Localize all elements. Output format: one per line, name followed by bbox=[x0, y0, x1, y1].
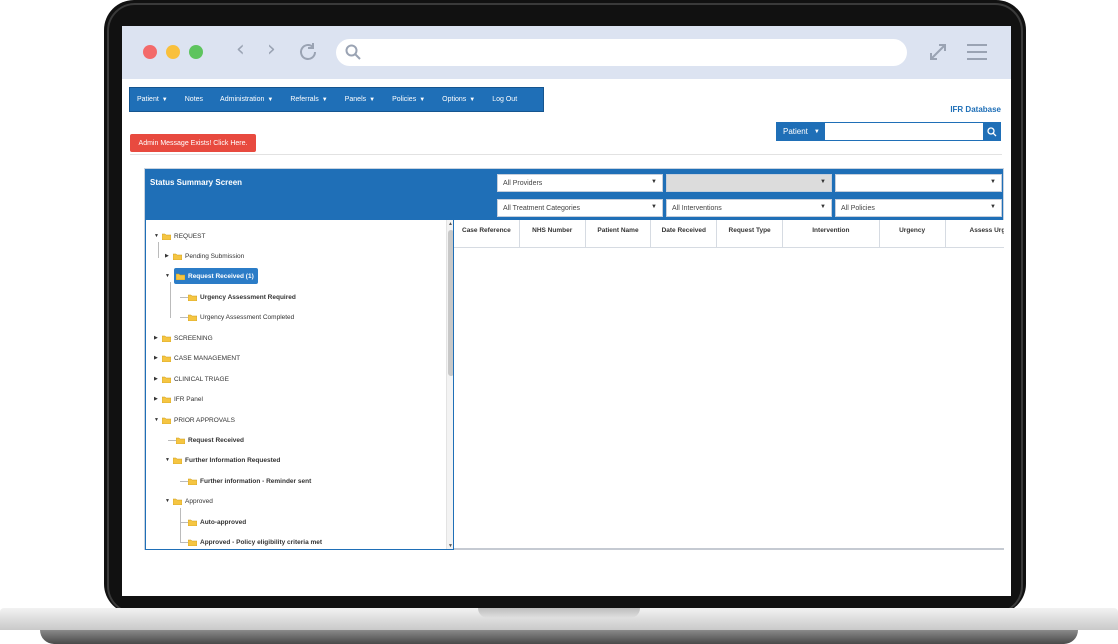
search-type-dropdown[interactable]: Patient ▼ bbox=[776, 122, 825, 141]
laptop-base bbox=[0, 608, 1118, 644]
tree-node-approved[interactable]: ▼ Approved bbox=[165, 494, 213, 508]
admin-message-button[interactable]: Admin Message Exists! Click Here. bbox=[130, 134, 256, 152]
back-icon[interactable]: ‹ bbox=[236, 37, 245, 62]
patient-search-input[interactable] bbox=[825, 122, 983, 141]
grid-footer-line bbox=[454, 548, 1004, 550]
patient-search: Patient ▼ bbox=[776, 122, 1001, 141]
menu-administration[interactable]: Administration ▼ bbox=[220, 96, 273, 103]
folder-icon bbox=[173, 253, 182, 260]
tree-node-clinical-triage[interactable]: ▶ CLINICAL TRIAGE bbox=[154, 372, 229, 386]
folder-icon bbox=[173, 498, 182, 505]
scroll-down-icon[interactable]: ▼ bbox=[448, 543, 453, 549]
folder-icon bbox=[162, 417, 171, 424]
forward-icon[interactable]: › bbox=[267, 37, 276, 62]
folder-icon bbox=[188, 519, 197, 526]
tree-node-request[interactable]: ▼ REQUEST bbox=[154, 229, 205, 243]
treatment-categories-filter[interactable]: All Treatment Categories ▼ bbox=[497, 199, 663, 217]
close-window-dot[interactable] bbox=[143, 45, 157, 59]
column-header-case-reference[interactable]: Case Reference bbox=[454, 220, 520, 248]
tertiary-filter[interactable]: ▼ bbox=[835, 174, 1002, 192]
panel-header: Status Summary Screen All Providers ▼ ▼ ▼… bbox=[145, 169, 1003, 220]
minimize-window-dot[interactable] bbox=[166, 45, 180, 59]
tree-node-pending-submission[interactable]: ▶ Pending Submission bbox=[165, 249, 244, 263]
folder-icon bbox=[162, 335, 171, 342]
folder-icon bbox=[188, 539, 197, 546]
menu-patient[interactable]: Patient ▼ bbox=[137, 96, 168, 103]
screen: ‹ › Patient ▼ Notes Administration ▼ Ref… bbox=[122, 26, 1011, 596]
tree-node-prior-approvals[interactable]: ▼ PRIOR APPROVALS bbox=[154, 413, 235, 427]
column-header-date-received[interactable]: Date Received bbox=[651, 220, 718, 248]
folder-icon bbox=[188, 294, 197, 301]
hamburger-menu-icon[interactable] bbox=[965, 42, 989, 62]
providers-filter[interactable]: All Providers ▼ bbox=[497, 174, 663, 192]
menu-panels[interactable]: Panels ▼ bbox=[345, 96, 375, 103]
column-header-patient-name[interactable]: Patient Name bbox=[586, 220, 652, 248]
folder-icon bbox=[162, 233, 171, 240]
folder-icon bbox=[162, 396, 171, 403]
tree-node-urgency-completed[interactable]: Urgency Assessment Completed bbox=[188, 310, 294, 324]
tree-node-auto-approved[interactable]: Auto-approved bbox=[188, 515, 246, 529]
folder-icon bbox=[173, 457, 182, 464]
cases-grid: Case Reference NHS Number Patient Name D… bbox=[454, 220, 1004, 550]
laptop-frame: ‹ › Patient ▼ Notes Administration ▼ Ref… bbox=[0, 0, 1118, 644]
menu-notes[interactable]: Notes bbox=[185, 96, 203, 103]
column-header-assessed-urgency[interactable]: Assess Urgen bbox=[946, 220, 1004, 248]
tree-node-approved-policy[interactable]: Approved - Policy eligibility criteria m… bbox=[188, 535, 322, 549]
search-icon bbox=[987, 126, 997, 136]
status-tree: ▼ REQUEST ▶ Pending Submission ▼ Request R… bbox=[145, 220, 454, 550]
tree-node-request-received[interactable]: Request Received (1) bbox=[174, 268, 258, 284]
open-folder-icon bbox=[176, 273, 185, 280]
column-header-request-type[interactable]: Request Type bbox=[717, 220, 783, 248]
column-header-urgency[interactable]: Urgency bbox=[880, 220, 946, 248]
tree-node-request-received-toggle[interactable]: ▼ bbox=[165, 269, 173, 283]
header-divider bbox=[130, 154, 1002, 155]
main-menu-bar: Patient ▼ Notes Administration ▼ Referrals… bbox=[129, 87, 544, 112]
tree-node-pa-request-received[interactable]: Request Received bbox=[176, 433, 244, 447]
column-header-nhs-number[interactable]: NHS Number bbox=[520, 220, 586, 248]
menu-log-out[interactable]: Log Out bbox=[492, 96, 517, 103]
reload-icon[interactable] bbox=[296, 40, 320, 64]
maximize-window-dot[interactable] bbox=[189, 45, 203, 59]
status-summary-panel: Status Summary Screen All Providers ▼ ▼ ▼… bbox=[144, 168, 1004, 550]
tree-node-further-info-requested[interactable]: ▼ Further Information Requested bbox=[165, 453, 280, 467]
search-button[interactable] bbox=[983, 122, 1001, 141]
browser-toolbar: ‹ › bbox=[122, 26, 1011, 79]
tree-node-further-info-reminder[interactable]: Further information - Reminder sent bbox=[188, 474, 311, 488]
policies-filter[interactable]: All Policies ▼ bbox=[835, 199, 1002, 217]
menu-referrals[interactable]: Referrals ▼ bbox=[290, 96, 327, 103]
grid-header: Case Reference NHS Number Patient Name D… bbox=[454, 220, 1004, 248]
scroll-up-icon[interactable]: ▲ bbox=[448, 221, 453, 227]
panel-title: Status Summary Screen bbox=[150, 178, 243, 187]
folder-icon bbox=[162, 355, 171, 362]
folder-icon bbox=[176, 437, 185, 444]
tree-node-screening[interactable]: ▶ SCREENING bbox=[154, 331, 213, 345]
tree-scrollbar[interactable]: ▲ ▼ bbox=[446, 220, 453, 549]
address-bar[interactable] bbox=[336, 39, 907, 66]
folder-icon bbox=[188, 478, 197, 485]
expand-icon[interactable] bbox=[927, 41, 949, 63]
interventions-filter[interactable]: All Interventions ▼ bbox=[666, 199, 832, 217]
search-icon bbox=[345, 44, 361, 60]
menu-options[interactable]: Options ▼ bbox=[442, 96, 475, 103]
tree-node-urgency-required[interactable]: Urgency Assessment Required bbox=[188, 290, 296, 304]
folder-icon bbox=[188, 314, 197, 321]
tree-node-ifr-panel[interactable]: ▶ IFR Panel bbox=[154, 392, 203, 406]
menu-policies[interactable]: Policies ▼ bbox=[392, 96, 425, 103]
app-title: IFR Database bbox=[950, 105, 1001, 114]
folder-icon bbox=[162, 376, 171, 383]
column-header-intervention[interactable]: Intervention bbox=[783, 220, 880, 248]
tree-node-case-management[interactable]: ▶ CASE MANAGEMENT bbox=[154, 351, 240, 365]
secondary-filter-disabled: ▼ bbox=[666, 174, 832, 192]
